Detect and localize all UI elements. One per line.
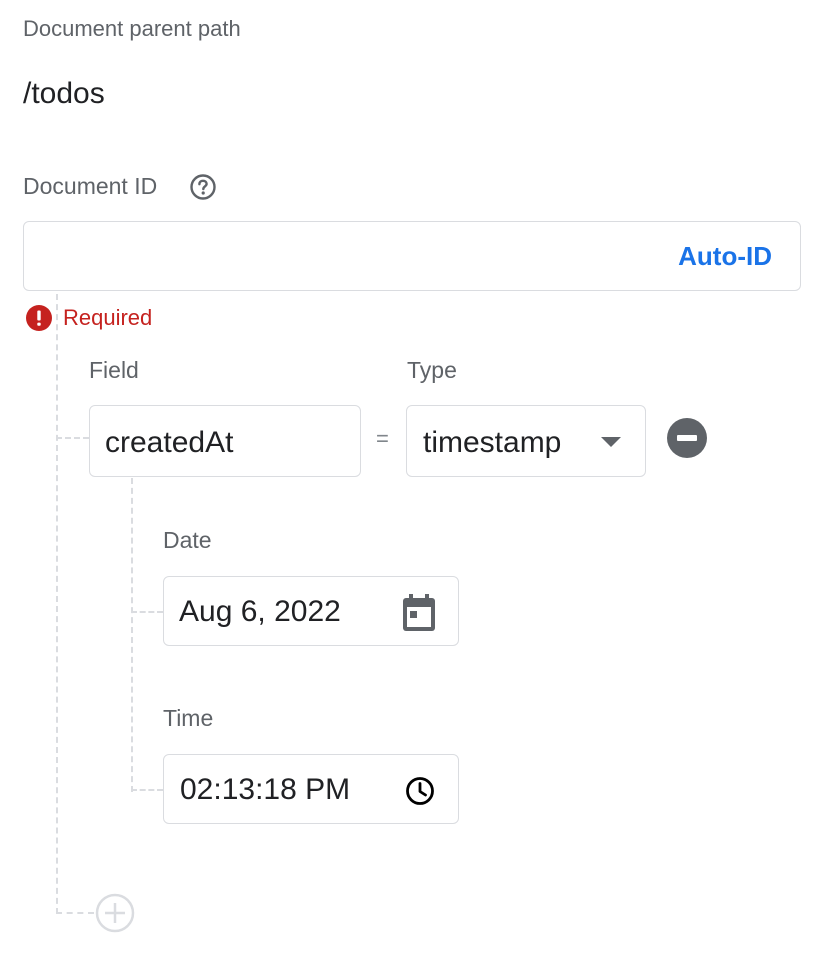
help-icon[interactable]	[189, 173, 217, 201]
document-parent-path-label: Document parent path	[23, 16, 241, 41]
dropdown-arrow-icon	[601, 437, 621, 447]
tree-connector-time	[131, 789, 163, 791]
field-type-select[interactable]: timestamp	[406, 405, 646, 477]
date-label: Date	[163, 527, 212, 553]
document-parent-path-value: /todos	[23, 77, 105, 110]
remove-circle-icon	[677, 435, 697, 441]
tree-connector-field	[56, 437, 89, 439]
equals-sign: =	[376, 426, 389, 451]
time-input[interactable]: 02:13:18 PM	[163, 754, 459, 824]
tree-line-timestamp	[131, 478, 133, 792]
remove-field-button[interactable]	[667, 418, 707, 458]
field-name-value: createdAt	[105, 426, 234, 459]
field-column-label: Field	[89, 357, 139, 383]
document-id-label: Document ID	[23, 173, 158, 199]
time-value: 02:13:18 PM	[180, 773, 351, 806]
calendar-icon[interactable]	[400, 593, 438, 633]
error-icon	[26, 305, 52, 331]
date-input[interactable]: Aug 6, 2022	[163, 576, 459, 646]
document-id-input[interactable]: Auto-ID	[23, 221, 801, 291]
field-type-value: timestamp	[423, 426, 562, 459]
clock-icon[interactable]	[404, 775, 436, 807]
auto-id-button[interactable]: Auto-ID	[678, 240, 772, 272]
time-label: Time	[163, 705, 214, 731]
tree-connector-date	[131, 611, 163, 613]
date-value: Aug 6, 2022	[179, 595, 341, 628]
error-message: Required	[63, 305, 153, 330]
add-field-button[interactable]	[95, 893, 135, 933]
tree-line-vertical	[56, 294, 58, 914]
type-column-label: Type	[407, 357, 457, 383]
add-circle-icon	[95, 893, 135, 933]
tree-connector-add	[56, 912, 94, 914]
field-name-input[interactable]: createdAt	[89, 405, 361, 477]
